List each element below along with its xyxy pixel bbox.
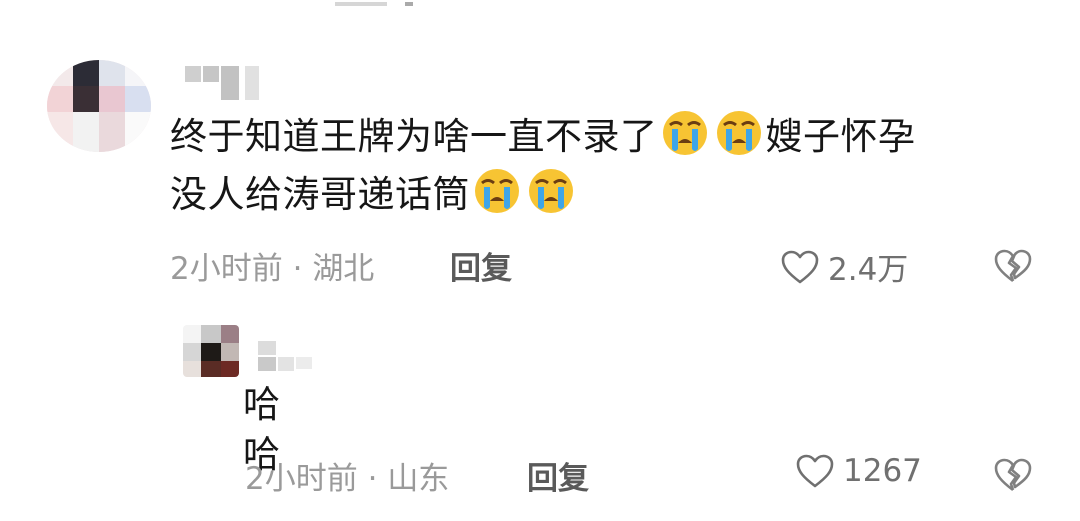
- comment-text-part: 嫂子怀孕: [765, 115, 916, 158]
- heart-outline-icon: [796, 454, 834, 488]
- broken-heart-icon[interactable]: [993, 248, 1033, 284]
- like-button[interactable]: 2.4万: [780, 244, 908, 289]
- crying-emoji-icon: [662, 111, 707, 155]
- reply-location: 山东: [387, 461, 450, 497]
- cropped-top-divider: [335, 0, 415, 8]
- comment-location: 湖北: [312, 251, 375, 287]
- meta-separator: ·: [292, 251, 303, 287]
- meta-separator: ·: [367, 461, 378, 497]
- avatar[interactable]: [183, 325, 239, 377]
- reply-time: 2小时前: [245, 461, 358, 497]
- comment-time: 2小时前: [170, 251, 283, 287]
- heart-outline-icon: [781, 250, 819, 283]
- crying-emoji-icon: [716, 111, 761, 155]
- username[interactable]: [258, 341, 318, 373]
- crying-emoji-icon: [475, 169, 519, 213]
- comment-text-part: 没人给涛哥递话筒: [170, 173, 470, 216]
- comment-meta: 2小时前 · 湖北: [170, 243, 374, 288]
- like-count: 1267: [843, 453, 922, 489]
- reply-meta: 2小时前 · 山东: [245, 453, 449, 498]
- username[interactable]: [185, 66, 285, 102]
- like-count: 2.4万: [828, 252, 909, 288]
- crying-emoji-icon: [529, 169, 573, 213]
- broken-heart-icon[interactable]: [993, 457, 1033, 493]
- reply-button[interactable]: 回复: [527, 453, 589, 498]
- comment-text: 终于知道王牌为啥一直不录了 嫂子怀孕没人给涛哥递话筒: [170, 108, 1050, 224]
- comment-text-part: 终于知道王牌为啥一直不录了: [170, 115, 658, 158]
- avatar[interactable]: [47, 60, 151, 152]
- reply-button[interactable]: 回复: [450, 243, 512, 288]
- like-button[interactable]: 1267: [795, 453, 922, 489]
